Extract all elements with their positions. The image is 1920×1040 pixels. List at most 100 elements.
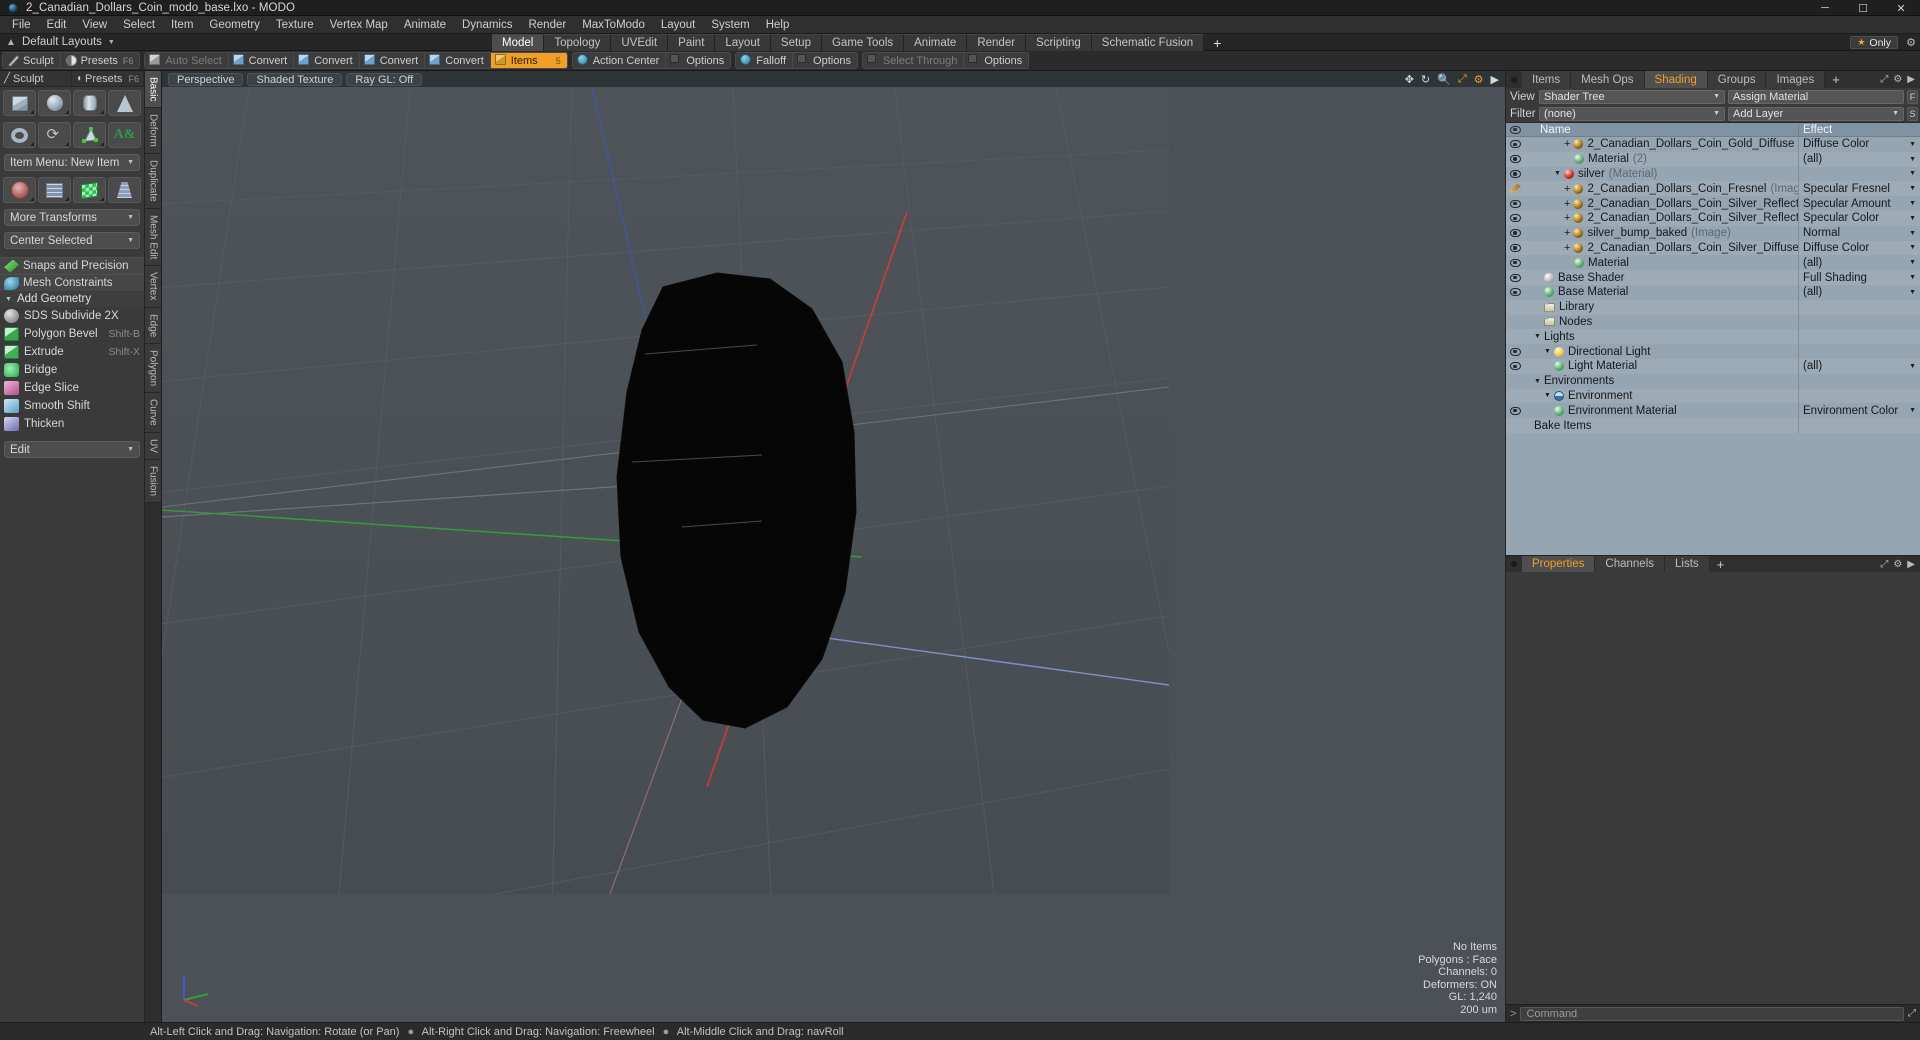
eye-icon[interactable] bbox=[1506, 406, 1524, 415]
expand-plus-icon[interactable]: + bbox=[1564, 228, 1570, 239]
chevron-down-icon[interactable]: ▼ bbox=[1909, 200, 1916, 207]
shader-row-name[interactable]: +2_Canadian_Dollars_Coin_Silver_Reflect(… bbox=[1524, 212, 1798, 224]
shader-row-name[interactable]: Library bbox=[1524, 301, 1798, 313]
zoom-icon[interactable]: 🔍 bbox=[1437, 73, 1451, 86]
left-tab-sculpt[interactable]: ╱ Sculpt bbox=[0, 71, 72, 86]
eye-icon[interactable] bbox=[1506, 362, 1524, 371]
menu-edit[interactable]: Edit bbox=[39, 16, 75, 34]
bottom-panel-menu-dot[interactable] bbox=[1506, 556, 1522, 572]
tool-sds-subdivide[interactable]: SDS Subdivide 2X bbox=[0, 307, 144, 325]
tool-smooth-shift[interactable]: Smooth Shift bbox=[0, 397, 144, 415]
spiral-primitive-button[interactable]: ⟳ bbox=[38, 122, 71, 148]
effect-dropdown[interactable] bbox=[1798, 344, 1920, 359]
viewport-projection-chip[interactable]: Perspective bbox=[168, 72, 244, 86]
sculpt-button[interactable]: Sculpt bbox=[3, 53, 61, 68]
action-center-options-button[interactable]: Options bbox=[666, 53, 731, 68]
only-button[interactable]: ★ Only bbox=[1850, 36, 1898, 49]
shader-row-name[interactable]: Light Material bbox=[1524, 360, 1798, 372]
convert-vertices-button[interactable]: Convert bbox=[228, 53, 295, 68]
table-row[interactable]: Material (all) ▼ bbox=[1506, 255, 1920, 271]
eye-icon[interactable] bbox=[1506, 273, 1524, 282]
table-row[interactable]: ▼ Lights bbox=[1506, 329, 1920, 345]
shader-row-name[interactable]: Nodes bbox=[1524, 316, 1798, 328]
shader-row-name[interactable]: + silver_bump_baked (Image) bbox=[1524, 227, 1798, 239]
cone-primitive-button[interactable] bbox=[108, 90, 141, 116]
tool-bridge[interactable]: Bridge bbox=[0, 361, 144, 379]
effect-dropdown[interactable] bbox=[1798, 329, 1920, 345]
gizmo-transform-button[interactable] bbox=[3, 177, 36, 203]
table-row[interactable]: +2_Canadian_Dollars_Coin_Silver_Reflect(… bbox=[1506, 210, 1920, 226]
eye-icon[interactable] bbox=[1506, 243, 1524, 252]
item-menu-dropdown[interactable]: Item Menu: New Item ▼ bbox=[4, 154, 140, 171]
expand-icon[interactable]: ⤢ bbox=[1880, 74, 1888, 85]
expand-plus-icon[interactable]: + bbox=[1564, 139, 1570, 150]
arrow-right-icon[interactable]: ▶ bbox=[1907, 559, 1915, 570]
tab-paint[interactable]: Paint bbox=[668, 34, 716, 51]
chevron-down-icon[interactable]: ▼ bbox=[1909, 215, 1916, 222]
tab-animate[interactable]: Animate bbox=[904, 34, 968, 51]
effect-dropdown[interactable]: Diffuse Color ▼ bbox=[1798, 240, 1920, 256]
table-row[interactable]: Nodes bbox=[1506, 314, 1920, 330]
tab-mesh-ops[interactable]: Mesh Ops bbox=[1571, 71, 1645, 88]
add-layer-dropdown[interactable]: Add Layer ▼ bbox=[1728, 106, 1905, 121]
eye-icon[interactable] bbox=[1506, 347, 1524, 356]
vtab-basic[interactable]: Basic bbox=[145, 71, 161, 109]
view-dropdown[interactable]: Shader Tree ▼ bbox=[1539, 89, 1726, 104]
eye-icon[interactable] bbox=[1506, 288, 1524, 297]
shader-tree[interactable]: Name Effect +2_Canadian_Dollars_Coin_Gol… bbox=[1506, 122, 1920, 555]
effect-dropdown[interactable] bbox=[1798, 299, 1920, 315]
table-row[interactable]: Light Material (all) ▼ bbox=[1506, 358, 1920, 374]
tab-groups[interactable]: Groups bbox=[1707, 71, 1767, 88]
add-bottom-tab-button[interactable]: + bbox=[1710, 556, 1732, 572]
effect-dropdown[interactable]: (all) ▼ bbox=[1798, 151, 1920, 167]
text-primitive-button[interactable]: A& bbox=[108, 122, 141, 148]
rotate-icon[interactable]: ↻ bbox=[1421, 73, 1430, 86]
tab-lists[interactable]: Lists bbox=[1665, 556, 1710, 572]
tab-uvedit[interactable]: UVEdit bbox=[611, 34, 669, 51]
convert-materials-button[interactable]: Convert bbox=[425, 53, 491, 68]
cube-primitive-button[interactable] bbox=[3, 90, 36, 116]
shader-row-name[interactable]: Bake Items bbox=[1524, 420, 1798, 432]
eye-icon[interactable] bbox=[1506, 214, 1524, 223]
expand-plus-icon[interactable]: + bbox=[1564, 242, 1570, 253]
filter-dropdown[interactable]: (none) ▼ bbox=[1539, 106, 1726, 121]
table-row[interactable]: +2_Canadian_Dollars_Coin_Silver_Diffuse(… bbox=[1506, 240, 1920, 256]
shader-row-name[interactable]: ▼ Environment bbox=[1524, 390, 1798, 402]
vtab-uv[interactable]: UV bbox=[145, 432, 161, 460]
tab-setup[interactable]: Setup bbox=[770, 34, 822, 51]
expand-plus-icon[interactable]: + bbox=[1564, 213, 1570, 224]
more-transforms-dropdown[interactable]: More Transforms ▼ bbox=[4, 209, 140, 226]
chevron-down-icon[interactable]: ▼ bbox=[108, 39, 115, 46]
add-geometry-header[interactable]: ▼ Add Geometry bbox=[0, 291, 144, 307]
menu-texture[interactable]: Texture bbox=[268, 16, 322, 34]
shader-row-name[interactable]: ▼ Environments bbox=[1524, 375, 1798, 387]
collapse-triangle-icon[interactable]: ▼ bbox=[1554, 170, 1561, 177]
effect-dropdown[interactable]: Specular Fresnel ▼ bbox=[1798, 181, 1920, 197]
chevron-down-icon[interactable]: ▼ bbox=[1909, 363, 1916, 370]
expand-plus-icon[interactable]: + bbox=[1564, 183, 1570, 194]
collapse-triangle-icon[interactable]: ▼ bbox=[1534, 333, 1541, 340]
arrow-right-icon[interactable]: ▶ bbox=[1491, 73, 1499, 86]
effect-dropdown[interactable]: Specular Amount ▼ bbox=[1798, 196, 1920, 211]
chevron-down-icon[interactable]: ▼ bbox=[1909, 170, 1916, 177]
effect-dropdown[interactable]: Normal ▼ bbox=[1798, 225, 1920, 241]
chevron-down-icon[interactable]: ▼ bbox=[1909, 407, 1916, 414]
shader-row-name[interactable]: ▼ Directional Light bbox=[1524, 346, 1798, 358]
menu-view[interactable]: View bbox=[74, 16, 115, 34]
items-mode-button[interactable]: Items 5 bbox=[490, 53, 567, 68]
sphere-primitive-button[interactable] bbox=[38, 90, 71, 116]
tab-scripting[interactable]: Scripting bbox=[1026, 34, 1092, 51]
maximize-button[interactable]: ☐ bbox=[1844, 0, 1882, 16]
move-icon[interactable]: ✥ bbox=[1405, 73, 1414, 86]
effect-dropdown[interactable]: Diffuse Color ▼ bbox=[1798, 137, 1920, 152]
table-row[interactable]: ▼ silver (Material) ▼ bbox=[1506, 166, 1920, 182]
grid-lattice-button[interactable] bbox=[38, 177, 71, 203]
menu-maxtomodo[interactable]: MaxToModo bbox=[574, 16, 653, 34]
tool-edge-slice[interactable]: Edge Slice bbox=[0, 379, 144, 397]
shader-row-name[interactable]: Environment Material bbox=[1524, 405, 1798, 417]
convert-edges-button[interactable]: Convert bbox=[294, 53, 360, 68]
menu-geometry[interactable]: Geometry bbox=[201, 16, 268, 34]
vtab-fusion[interactable]: Fusion bbox=[145, 459, 161, 503]
viewport-canvas[interactable]: No Items Polygons : Face Channels: 0 Def… bbox=[162, 87, 1505, 1022]
falloff-options-button[interactable]: Options bbox=[793, 53, 857, 68]
